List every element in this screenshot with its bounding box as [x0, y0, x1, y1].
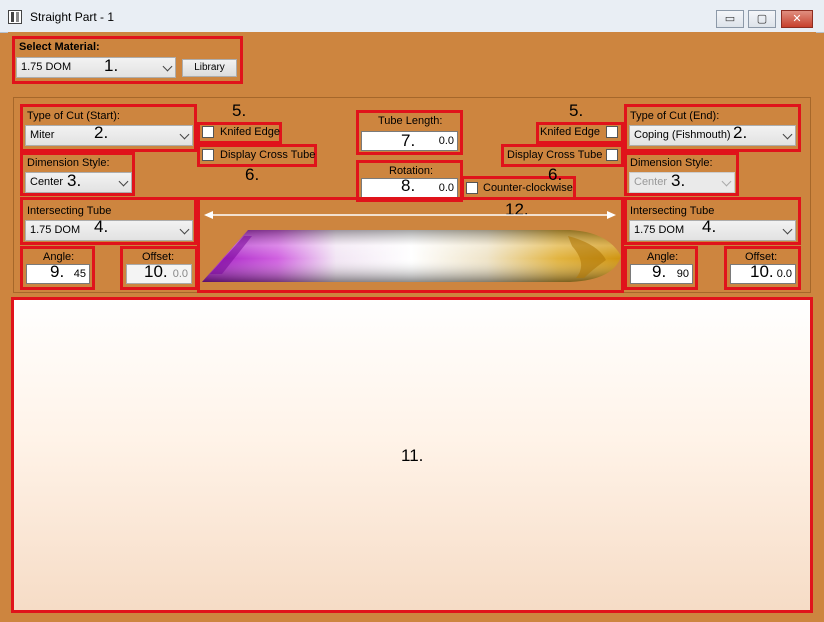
end-cut-value: Coping (Fishmouth) — [634, 129, 731, 141]
end-cut-dropdown[interactable]: Coping (Fishmouth) — [629, 125, 796, 146]
marker-2-start: 2. — [94, 123, 109, 142]
library-button[interactable]: Library — [182, 59, 237, 77]
start-cut-dropdown[interactable]: Miter — [25, 125, 193, 146]
title-bar: Straight Part - 1 ▭ ▢ ✕ — [0, 0, 824, 33]
marker-11: 11. — [401, 446, 424, 465]
chevron-down-icon — [782, 224, 793, 235]
end-knifed-label: Knifed Edge — [540, 126, 600, 138]
marker-10-start: 10. — [144, 262, 168, 281]
marker-1: 1. — [104, 56, 119, 75]
tube-diagram — [202, 211, 621, 282]
marker-8: 8. — [401, 176, 416, 195]
end-cross-label: Display Cross Tube — [507, 149, 603, 161]
select-material-label: Select Material: — [19, 41, 100, 53]
marker-4-end: 4. — [702, 217, 717, 236]
marker-10-end: 10. — [750, 262, 774, 281]
start-tube-label: Intersecting Tube — [27, 205, 112, 217]
end-cross-checkbox[interactable] — [606, 149, 618, 161]
end-knifed-checkbox[interactable] — [606, 126, 618, 138]
tube-length-label: Tube Length: — [378, 115, 443, 127]
marker-2-end: 2. — [733, 123, 748, 142]
start-dimension-value: Center — [30, 176, 64, 188]
end-tube-value: 1.75 DOM — [634, 224, 685, 236]
chevron-down-icon — [179, 129, 190, 140]
marker-9-start: 9. — [50, 262, 65, 281]
end-dimension-value: Center — [634, 176, 668, 188]
marker-7: 7. — [401, 131, 416, 150]
marker-3-start: 3. — [67, 171, 82, 190]
tube-shading — [202, 230, 621, 282]
start-tube-value: 1.75 DOM — [30, 224, 81, 236]
dimension-arrow-left — [204, 211, 213, 219]
marker-9-end: 9. — [652, 262, 667, 281]
material-value: 1.75 DOM — [21, 61, 72, 73]
start-cut-label: Type of Cut (Start): — [27, 110, 120, 122]
minimize-button[interactable]: ▭ — [716, 10, 744, 28]
window-title: Straight Part - 1 — [30, 10, 115, 24]
dimension-arrow-right — [607, 211, 616, 219]
chevron-down-icon — [782, 129, 793, 140]
end-tube-label: Intersecting Tube — [630, 205, 715, 217]
chevron-down-icon — [118, 176, 129, 187]
marker-6-start: 6. — [245, 165, 260, 184]
start-cut-value: Miter — [30, 129, 55, 141]
start-cross-label: Display Cross Tube — [220, 149, 316, 161]
ccw-checkbox[interactable] — [466, 182, 478, 194]
app-window: Straight Part - 1 ▭ ▢ ✕ Select Material:… — [0, 0, 824, 622]
chevron-down-icon — [162, 61, 173, 72]
marker-5-end: 5. — [569, 101, 584, 120]
end-cut-label: Type of Cut (End): — [630, 110, 720, 122]
app-icon — [8, 10, 22, 24]
start-cross-checkbox[interactable] — [202, 149, 214, 161]
chevron-down-icon — [179, 224, 190, 235]
material-dropdown[interactable]: 1.75 DOM — [16, 57, 176, 78]
marker-5-start: 5. — [232, 101, 247, 120]
end-dimension-label: Dimension Style: — [630, 157, 713, 169]
maximize-button[interactable]: ▢ — [748, 10, 776, 28]
chevron-down-icon — [721, 176, 732, 187]
close-button[interactable]: ✕ — [781, 10, 813, 28]
start-knifed-label: Knifed Edge — [220, 126, 280, 138]
marker-6-end: 6. — [548, 165, 563, 184]
start-dimension-label: Dimension Style: — [27, 157, 110, 169]
start-knifed-checkbox[interactable] — [202, 126, 214, 138]
marker-4-start: 4. — [94, 217, 109, 236]
marker-3-end: 3. — [671, 171, 686, 190]
start-tube-dropdown[interactable]: 1.75 DOM — [25, 220, 193, 241]
